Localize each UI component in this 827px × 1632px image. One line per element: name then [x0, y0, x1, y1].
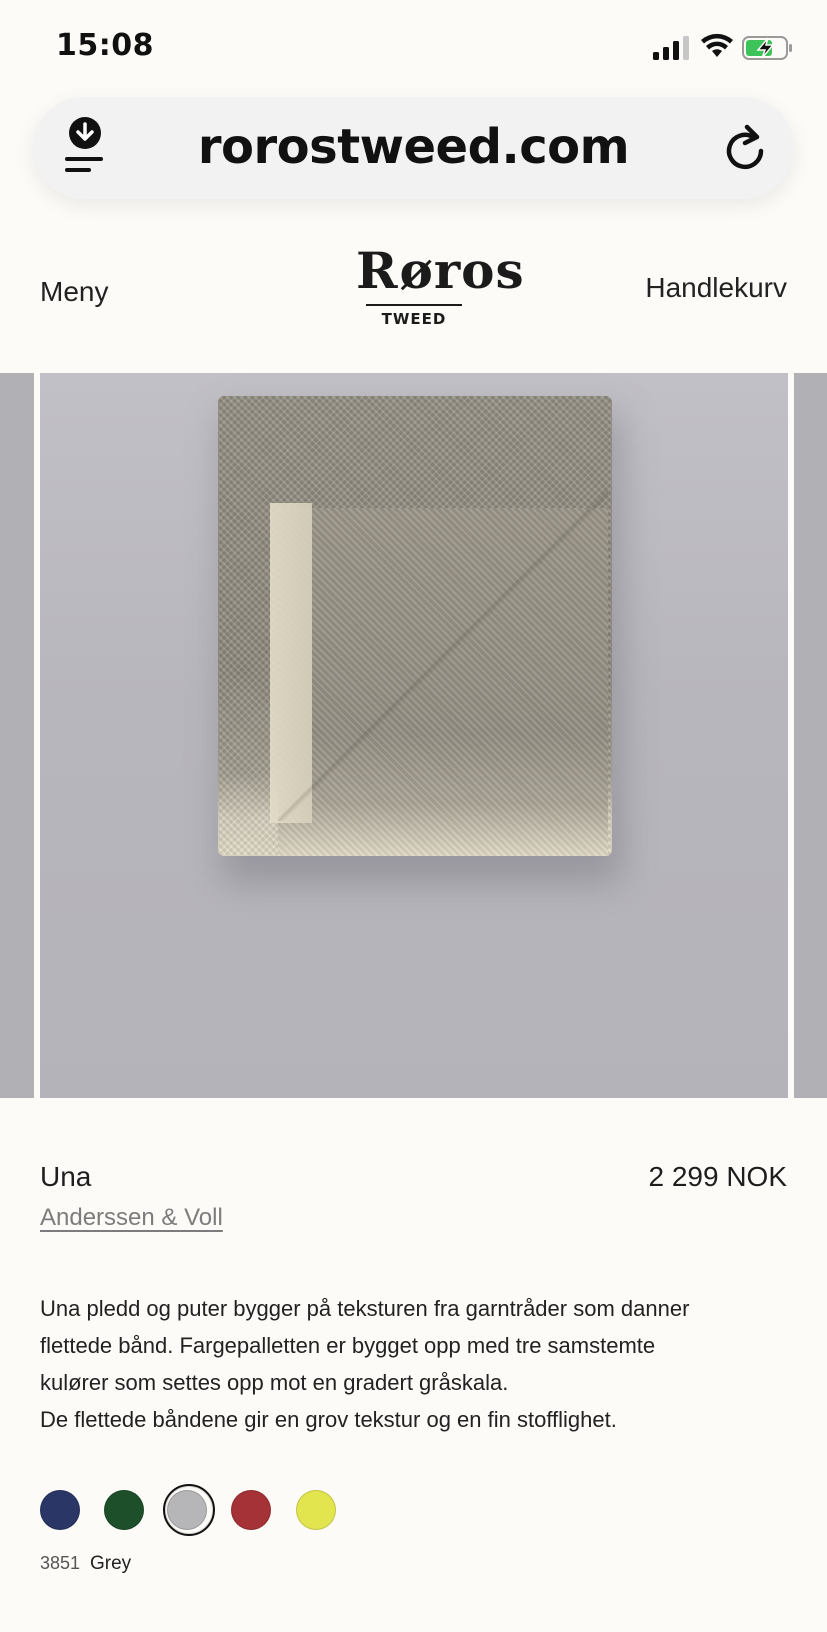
logo-divider	[366, 304, 462, 306]
product-image[interactable]	[40, 373, 788, 1098]
status-time: 15:08	[56, 28, 154, 63]
wifi-icon	[701, 33, 733, 57]
selected-color-code: 3851	[40, 1553, 81, 1573]
product-name: Una	[40, 1161, 92, 1192]
description-line: flettede bånd. Fargepalletten er bygget …	[40, 1333, 656, 1358]
selected-color-name: Grey	[90, 1553, 132, 1574]
next-slide-peek[interactable]	[794, 373, 827, 1098]
swatch-red[interactable]	[231, 1490, 271, 1530]
designer-link[interactable]: Anderssen & Voll	[40, 1204, 223, 1232]
blanket-fold-crease	[278, 491, 608, 821]
swatch-yellow[interactable]	[296, 1490, 336, 1530]
cart-button[interactable]: Handlekurv	[645, 272, 787, 304]
battery-charging-icon	[742, 36, 792, 60]
swatch-green[interactable]	[104, 1490, 144, 1530]
reload-icon[interactable]	[723, 123, 769, 173]
cellular-signal-icon	[653, 36, 689, 60]
description-line: kulører som settes opp mot en gradert gr…	[40, 1370, 509, 1395]
address-bar[interactable]: rorostweed.com	[33, 97, 794, 199]
product-price: 2 299 NOK	[648, 1161, 787, 1192]
url-text[interactable]: rorostweed.com	[33, 119, 794, 175]
menu-button[interactable]: Meny	[40, 276, 108, 308]
logo-word: Røros	[356, 241, 525, 300]
previous-slide-peek[interactable]	[0, 373, 34, 1098]
swatch-navy[interactable]	[40, 1490, 80, 1530]
logo-subtitle: TWEED	[381, 310, 447, 328]
description-line: Una pledd og puter bygger på teksturen f…	[40, 1296, 690, 1321]
product-description: Una pledd og puter bygger på teksturen f…	[40, 1290, 790, 1438]
site-logo[interactable]: Røros TWEED	[356, 241, 525, 329]
swatch-grey[interactable]	[167, 1490, 207, 1530]
description-line: De flettede båndene gir en grov tekstur …	[40, 1407, 617, 1432]
